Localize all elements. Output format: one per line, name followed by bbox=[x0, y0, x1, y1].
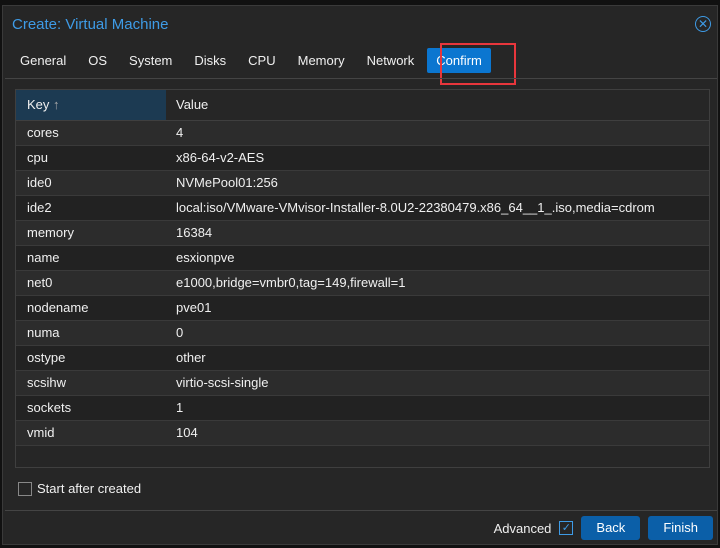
row-key: ide2 bbox=[27, 200, 52, 215]
row-value: esxionpve bbox=[176, 250, 235, 265]
row-key: name bbox=[27, 250, 60, 265]
row-key: numa bbox=[27, 325, 60, 340]
tab-memory[interactable]: Memory bbox=[289, 48, 354, 73]
tab-disks[interactable]: Disks bbox=[185, 48, 235, 73]
row-key: memory bbox=[27, 225, 74, 240]
row-value: 1 bbox=[176, 400, 184, 415]
table-row[interactable]: ide0 NVMePool01:256 bbox=[16, 171, 709, 196]
row-value: 0 bbox=[176, 325, 184, 340]
row-value: pve01 bbox=[176, 300, 212, 315]
start-after-created-checkbox[interactable]: Start after created bbox=[18, 481, 141, 496]
row-key: sockets bbox=[27, 400, 72, 415]
value-column-header[interactable]: Value bbox=[166, 90, 208, 120]
row-value: e1000,bridge=vmbr0,tag=149,firewall=1 bbox=[176, 275, 406, 290]
tab-general[interactable]: General bbox=[11, 48, 75, 73]
table-row[interactable]: scsihw virtio-scsi-single bbox=[16, 371, 709, 396]
dialog-title: Create: Virtual Machine bbox=[12, 16, 169, 33]
table-row[interactable]: cores 4 bbox=[16, 121, 709, 146]
create-vm-dialog: Create: Virtual Machine ✕ General OS Sys… bbox=[2, 5, 718, 545]
table-row[interactable]: ide2 local:iso/VMware-VMvisor-Installer-8… bbox=[16, 196, 709, 221]
advanced-label: Advanced bbox=[493, 520, 552, 536]
tab-os[interactable]: OS bbox=[79, 48, 116, 73]
checkbox-icon bbox=[18, 481, 32, 496]
sort-ascending-icon: ↑ bbox=[53, 97, 60, 112]
row-key: ide0 bbox=[27, 175, 52, 190]
row-value: virtio-scsi-single bbox=[176, 375, 269, 390]
finish-button[interactable]: Finish bbox=[648, 516, 713, 540]
table-row[interactable]: cpu x86-64-v2-AES bbox=[16, 146, 709, 171]
tab-system[interactable]: System bbox=[120, 48, 181, 73]
grid-header: Key ↑ Value bbox=[16, 90, 709, 121]
row-value: 4 bbox=[176, 125, 184, 140]
footer: Advanced ✓ Back Finish bbox=[494, 516, 713, 540]
row-key: vmid bbox=[27, 425, 55, 440]
close-icon[interactable]: ✕ bbox=[695, 16, 711, 32]
wizard-tabs: General OS System Disks CPU Memory Netwo… bbox=[11, 48, 495, 73]
key-column-header[interactable]: Key ↑ bbox=[16, 90, 166, 120]
confirm-panel: Key ↑ Value cores 4 cpu x86-64-v2-AES ide0 NV… bbox=[5, 78, 717, 511]
table-row[interactable]: sockets 1 bbox=[16, 396, 709, 421]
row-key: cores bbox=[27, 125, 59, 140]
row-value: other bbox=[176, 350, 206, 365]
table-row[interactable]: ostype other bbox=[16, 346, 709, 371]
row-value: local:iso/VMware-VMvisor-Installer-8.0U2… bbox=[176, 200, 655, 215]
row-value: 16384 bbox=[176, 225, 213, 240]
back-button[interactable]: Back bbox=[581, 516, 641, 540]
advanced-checkbox[interactable]: ✓ bbox=[559, 521, 574, 535]
row-key: nodename bbox=[27, 300, 89, 315]
tab-network[interactable]: Network bbox=[358, 48, 424, 73]
row-key: ostype bbox=[27, 350, 66, 365]
row-key: net0 bbox=[27, 275, 53, 290]
table-row[interactable]: vmid 104 bbox=[16, 421, 709, 446]
table-row[interactable]: name esxionpve bbox=[16, 246, 709, 271]
tab-cpu[interactable]: CPU bbox=[239, 48, 284, 73]
row-value: 104 bbox=[176, 425, 198, 440]
table-row[interactable]: memory 16384 bbox=[16, 221, 709, 246]
summary-grid: Key ↑ Value cores 4 cpu x86-64-v2-AES ide0 NV… bbox=[15, 89, 710, 468]
row-value: x86-64-v2-AES bbox=[176, 150, 265, 165]
row-key: scsihw bbox=[27, 375, 67, 390]
table-row[interactable]: numa 0 bbox=[16, 321, 709, 346]
table-row[interactable]: net0 e1000,bridge=vmbr0,tag=149,firewall=… bbox=[16, 271, 709, 296]
table-row[interactable]: nodename pve01 bbox=[16, 296, 709, 321]
row-value: NVMePool01:256 bbox=[176, 175, 278, 190]
row-key: cpu bbox=[27, 150, 48, 165]
